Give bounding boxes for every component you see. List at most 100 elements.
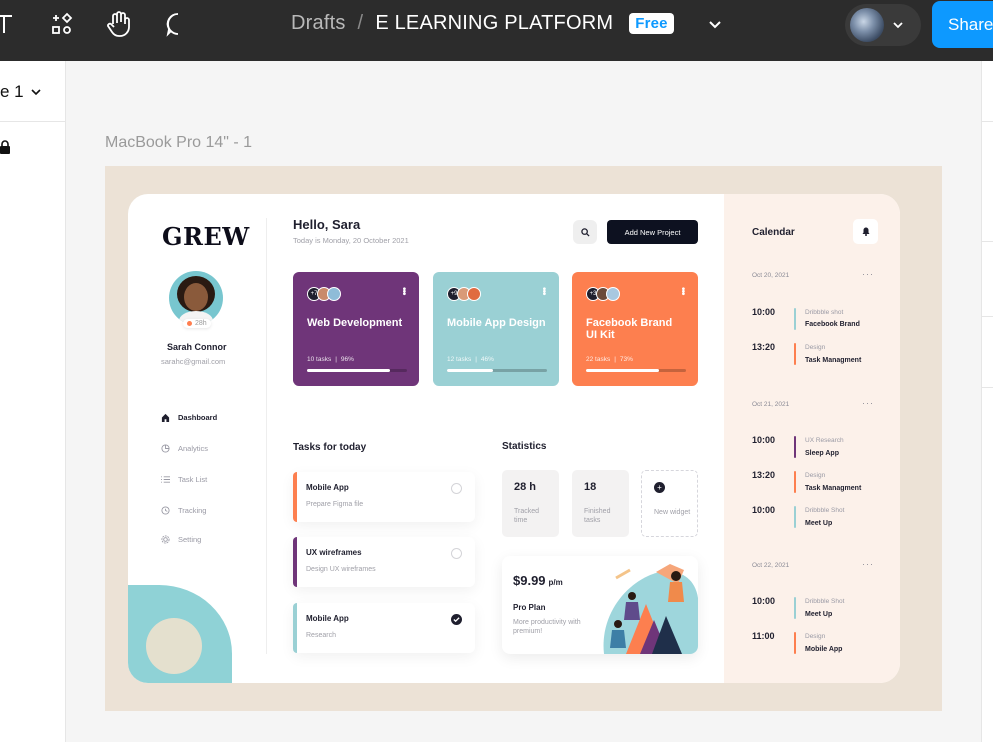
task-color-edge [293, 603, 297, 653]
more-icon[interactable]: ••• [538, 287, 549, 295]
event-category: Dribbble Shot [805, 598, 845, 605]
event-category: Design [805, 633, 826, 640]
avatar [327, 287, 341, 301]
calendar-day-date: Oct 22, 2021 [752, 562, 790, 569]
file-title[interactable]: E LEARNING PLATFORM [375, 12, 613, 35]
breadcrumb-drafts[interactable]: Drafts [291, 12, 346, 35]
event-name[interactable]: Task Managment [805, 485, 861, 492]
more-icon[interactable]: ••• [677, 287, 688, 295]
breadcrumb-separator: / [357, 12, 364, 34]
properties-panel [981, 61, 993, 742]
nav-tracking[interactable]: Tracking [161, 506, 206, 515]
hand-tool-icon[interactable] [105, 10, 133, 38]
event-category: Dribbble shot [805, 309, 844, 316]
member-avatars: +7 [307, 287, 341, 301]
project-title: Mobile App Design [447, 317, 546, 329]
lock-icon[interactable] [0, 140, 10, 159]
new-widget-button[interactable]: + New widget [641, 470, 698, 537]
event-time: 10:00 [752, 307, 776, 317]
event-name[interactable]: Sleep App [805, 450, 839, 457]
search-icon [580, 227, 590, 237]
plan-badge[interactable]: Free [629, 13, 674, 34]
event-time: 10:00 [752, 505, 776, 515]
more-icon[interactable]: ··· [862, 398, 874, 408]
profile-name: Sarah Connor [167, 342, 227, 352]
task-item[interactable]: Mobile App Prepare Figma file [293, 472, 475, 522]
task-color-edge [293, 472, 297, 522]
clock-icon [161, 506, 170, 515]
task-title: Mobile App [306, 483, 349, 492]
user-avatar-menu[interactable] [845, 4, 921, 46]
nav-analytics[interactable]: Analytics [161, 444, 208, 453]
page-selector-label: e 1 [0, 82, 24, 101]
event-name[interactable]: Meet Up [805, 611, 832, 618]
chevron-down-icon [893, 22, 903, 29]
task-item[interactable]: UX wireframes Design UX wireframes [293, 537, 475, 587]
calendar-title: Calendar [752, 227, 795, 238]
check-icon [453, 617, 460, 623]
nav-task-list[interactable]: Task List [161, 475, 207, 484]
task-subtitle: Prepare Figma file [306, 501, 364, 508]
task-checkbox[interactable] [451, 483, 462, 494]
avatar [606, 287, 620, 301]
greeting: Hello, Sara [293, 217, 361, 232]
more-icon[interactable]: ··· [862, 269, 874, 279]
stat-label: Finished tasks [584, 508, 611, 524]
nav-label: Dashboard [178, 413, 218, 422]
tasks-heading: Tasks for today [293, 442, 367, 453]
divider [982, 316, 993, 317]
plan-name: Pro Plan [513, 603, 546, 612]
project-tasks: 10 tasks [307, 356, 332, 363]
comment-tool-icon[interactable] [164, 10, 192, 38]
plus-icon: + [654, 482, 665, 493]
frame-label[interactable]: MacBook Pro 14" - 1 [105, 134, 252, 152]
pro-plan-card[interactable]: $9.99 p/m Pro Plan More productivity with… [502, 556, 698, 654]
hours-value: 28h [195, 320, 207, 327]
event-color-bar [794, 308, 796, 330]
chevron-down-icon[interactable] [708, 16, 722, 37]
task-title: UX wireframes [306, 548, 362, 557]
plan-period: p/m [548, 578, 563, 587]
stat-label: New widget [654, 509, 691, 516]
notification-button[interactable] [853, 219, 878, 244]
team-climbing-illustration [603, 564, 698, 654]
task-item[interactable]: Mobile App Research [293, 603, 475, 653]
event-color-bar [794, 506, 796, 528]
more-icon[interactable]: ··· [862, 559, 874, 569]
task-checkbox-checked[interactable] [451, 614, 462, 625]
calendar-day-date: Oct 21, 2021 [752, 401, 790, 408]
search-button[interactable] [573, 220, 597, 244]
task-checkbox[interactable] [451, 548, 462, 559]
project-tasks: 12 tasks [447, 356, 472, 363]
stat-tracked-time: 28 h Tracked time [502, 470, 559, 537]
app-logo[interactable]: GREW [162, 222, 250, 251]
page-selector[interactable]: e 1 [0, 82, 42, 102]
more-icon[interactable]: ••• [398, 287, 409, 295]
project-title: Web Development [307, 317, 403, 329]
shape-tool-icon[interactable] [48, 10, 76, 38]
event-time: 11:00 [752, 631, 775, 641]
share-button[interactable]: Share [932, 1, 993, 48]
project-card-facebook-brand-ui-kit[interactable]: +3 ••• Facebook Brand UI Kit 22 tasks | 7… [572, 272, 698, 386]
today-date: Today is Monday, 20 October 2021 [293, 236, 409, 245]
event-time: 10:00 [752, 435, 776, 445]
plan-price: $9.99 [513, 573, 546, 588]
nav-setting[interactable]: Setting [161, 535, 201, 544]
add-new-project-button[interactable]: Add New Project [607, 220, 698, 244]
event-name[interactable]: Facebook Brand [805, 321, 860, 328]
project-card-web-development[interactable]: +7 ••• Web Development 10 tasks | 96% [293, 272, 419, 386]
nav-label: Analytics [178, 444, 209, 453]
home-icon [161, 413, 170, 422]
profile-avatar[interactable] [169, 271, 223, 325]
event-name[interactable]: Meet Up [805, 520, 832, 527]
text-tool-icon[interactable] [0, 10, 18, 38]
project-card-mobile-app-design[interactable]: +9 ••• Mobile App Design 12 tasks | 46% [433, 272, 559, 386]
nav-dashboard[interactable]: Dashboard [161, 413, 217, 422]
event-time: 10:00 [752, 596, 776, 606]
progress-bar [307, 369, 407, 372]
layers-panel: e 1 [0, 61, 66, 742]
progress-bar [586, 369, 686, 372]
event-name[interactable]: Task Managment [805, 357, 861, 364]
event-name[interactable]: Mobile App [805, 646, 842, 653]
project-title: Facebook Brand UI Kit [586, 317, 673, 341]
